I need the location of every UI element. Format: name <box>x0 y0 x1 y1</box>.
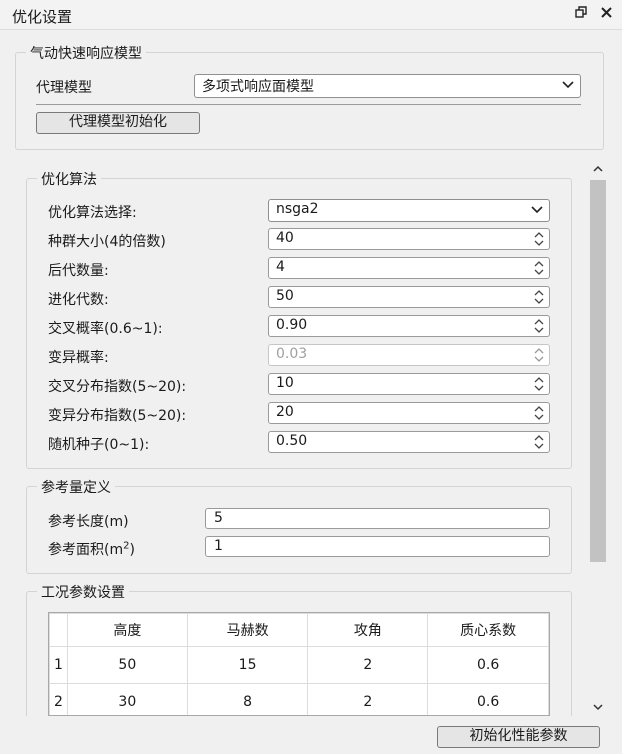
param-label: 后代数量: <box>48 263 109 279</box>
vertical-scrollbar[interactable] <box>589 160 607 716</box>
reference-length-label: 参考长度(m) <box>48 514 129 530</box>
table-cell[interactable]: 0.6 <box>427 683 549 715</box>
param-spinbox[interactable]: 0.50 <box>268 431 550 453</box>
param-label: 交叉分布指数(5~20): <box>48 379 187 395</box>
table-cell[interactable]: 30 <box>66 683 188 715</box>
reference-area-label-close: ) <box>129 542 135 558</box>
algorithm-select-label: 优化算法选择: <box>48 205 137 221</box>
reference-length-value: 5 <box>214 510 223 526</box>
column-header[interactable]: 质心系数 <box>427 613 549 647</box>
spin-arrows-icon[interactable] <box>533 289 545 305</box>
param-spinbox[interactable]: 4 <box>268 257 550 279</box>
chevron-down-icon <box>531 206 543 214</box>
param-label: 交叉概率(0.6~1): <box>48 321 163 337</box>
param-label: 随机种子(0~1): <box>48 437 150 453</box>
proxy-model-init-button[interactable]: 代理模型初始化 <box>36 112 200 134</box>
table-cell[interactable]: 0.6 <box>427 646 549 684</box>
algorithm-select[interactable]: nsga2 <box>268 199 550 222</box>
spin-arrows-icon[interactable] <box>533 260 545 276</box>
column-header[interactable]: 攻角 <box>307 613 429 647</box>
spin-arrows-icon[interactable] <box>533 318 545 334</box>
proxy-model-label: 代理模型 <box>36 80 92 96</box>
column-header[interactable]: 马赫数 <box>186 613 309 647</box>
reference-length-input[interactable]: 5 <box>205 508 550 529</box>
table-cell[interactable]: 50 <box>66 646 188 684</box>
row-header[interactable]: 1 <box>49 646 68 684</box>
param-label: 变异分布指数(5~20): <box>48 408 187 424</box>
scroll-up-icon[interactable] <box>592 163 604 175</box>
table-corner <box>49 613 68 647</box>
aero-model-group: 气动快速响应模型 <box>15 43 604 150</box>
reference-area-label: 参考面积(m2) <box>48 539 135 559</box>
spin-arrows-icon[interactable] <box>533 231 545 247</box>
param-value: 0.50 <box>276 433 308 449</box>
param-label: 种群大小(4的倍数) <box>48 234 166 250</box>
aero-model-group-title: 气动快速响应模型 <box>26 43 146 63</box>
param-spinbox[interactable]: 20 <box>268 402 550 424</box>
divider <box>36 104 581 105</box>
reference-area-label-text: 参考面积(m <box>48 542 124 558</box>
conditions-table[interactable]: 高度 马赫数 攻角 质心系数 1 50 15 2 0.6 2 30 8 2 0.6 <box>48 612 550 716</box>
param-value: 0.03 <box>276 346 308 362</box>
table-row[interactable]: 2 30 8 2 0.6 <box>49 683 549 715</box>
param-value: 10 <box>276 375 294 391</box>
algorithm-select-value: nsga2 <box>276 201 319 217</box>
row-header[interactable]: 2 <box>49 683 68 715</box>
algorithm-group-title: 优化算法 <box>37 169 101 189</box>
window-title: 优化设置 <box>12 8 73 26</box>
chevron-down-icon <box>562 81 574 89</box>
spin-arrows-icon[interactable] <box>533 347 545 363</box>
conditions-table-grid: 高度 马赫数 攻角 质心系数 1 50 15 2 0.6 2 30 8 2 0.6 <box>49 613 549 715</box>
param-label: 变异概率: <box>48 350 109 366</box>
close-icon[interactable] <box>597 5 615 23</box>
title-bar: 优化设置 <box>0 0 622 30</box>
scroll-down-icon[interactable] <box>592 701 604 713</box>
reference-area-value: 1 <box>214 538 223 554</box>
table-cell[interactable]: 8 <box>186 683 309 715</box>
spin-arrows-icon[interactable] <box>533 405 545 421</box>
param-spinbox[interactable]: 40 <box>268 228 550 250</box>
reference-group-title: 参考量定义 <box>37 477 115 497</box>
proxy-model-value: 多项式响应面模型 <box>202 79 314 95</box>
table-cell[interactable]: 2 <box>307 683 429 715</box>
restore-icon[interactable] <box>572 5 590 23</box>
param-value: 20 <box>276 404 294 420</box>
param-value: 40 <box>276 230 294 246</box>
scrollbar-thumb[interactable] <box>590 180 606 562</box>
reference-area-input[interactable]: 1 <box>205 536 550 557</box>
param-value: 50 <box>276 288 294 304</box>
spin-arrows-icon[interactable] <box>533 376 545 392</box>
param-value: 4 <box>276 259 285 275</box>
spin-arrows-icon[interactable] <box>533 434 545 450</box>
table-cell[interactable]: 2 <box>307 646 429 684</box>
column-header[interactable]: 高度 <box>66 613 188 647</box>
param-spinbox[interactable]: 50 <box>268 286 550 308</box>
param-value: 0.90 <box>276 317 308 333</box>
table-row[interactable]: 1 50 15 2 0.6 <box>49 646 549 684</box>
param-spinbox: 0.03 <box>268 344 550 366</box>
conditions-group-title: 工况参数设置 <box>37 582 129 602</box>
proxy-model-select[interactable]: 多项式响应面模型 <box>194 74 581 98</box>
param-label: 进化代数: <box>48 292 109 308</box>
init-performance-button[interactable]: 初始化性能参数 <box>437 726 600 748</box>
table-cell[interactable]: 15 <box>186 646 309 684</box>
param-spinbox[interactable]: 0.90 <box>268 315 550 337</box>
param-spinbox[interactable]: 10 <box>268 373 550 395</box>
